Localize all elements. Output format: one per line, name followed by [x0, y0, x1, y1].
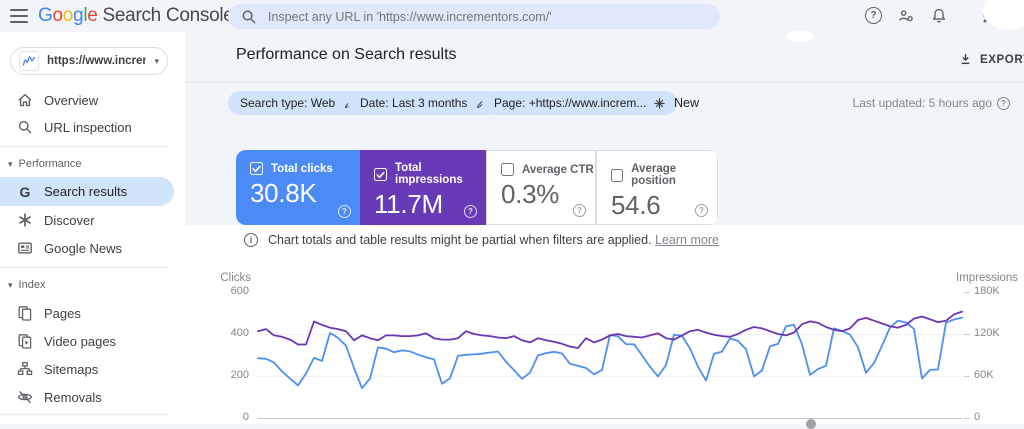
- checkbox-checked-icon[interactable]: [250, 162, 263, 175]
- export-button[interactable]: EXPORT: [958, 52, 1024, 67]
- metric-card-average-ctr[interactable]: Average CTR 0.3% ?: [486, 150, 596, 225]
- logo-letter: G: [38, 5, 53, 26]
- user-settings-icon[interactable]: [897, 7, 915, 25]
- logo-letter: o: [52, 5, 63, 26]
- avatar[interactable]: [983, 0, 1024, 30]
- top-app-bar: GoogleSearch Console ?: [0, 0, 1024, 32]
- artifact-blob: [786, 31, 814, 42]
- sidebar-item-search-results[interactable]: G Search results: [0, 177, 174, 206]
- notifications-bell-icon[interactable]: [930, 7, 948, 25]
- url-inspect-input[interactable]: [268, 9, 708, 24]
- chevron-down-icon: ▾: [8, 158, 13, 169]
- last-updated: Last updated: 5 hours ago ?: [853, 96, 1010, 110]
- learn-more-link[interactable]: Learn more: [655, 233, 719, 247]
- filter-chip-date[interactable]: Date: Last 3 months: [348, 91, 501, 115]
- download-icon: [961, 54, 970, 65]
- question-icon[interactable]: ?: [464, 205, 477, 218]
- logo-letter: o: [62, 5, 74, 26]
- filter-chip-page[interactable]: Page: +https://www.increm...: [482, 91, 678, 115]
- divider: [0, 267, 168, 268]
- news-icon: [18, 242, 32, 254]
- logo-letter: g: [73, 5, 84, 26]
- property-icon: [19, 51, 39, 71]
- eye-off-icon: [17, 390, 33, 404]
- logo-letter: e: [87, 5, 98, 26]
- home-icon: [18, 93, 32, 107]
- property-url: https://www.increm...: [47, 55, 146, 67]
- property-selector[interactable]: https://www.increm... ▾: [10, 47, 168, 75]
- sidebar-item-overview[interactable]: Overview: [0, 86, 174, 114]
- checkbox-checked-icon[interactable]: [374, 167, 387, 181]
- sitemaps-icon: [17, 361, 33, 376]
- banner-text: Chart totals and table results might be …: [268, 233, 652, 247]
- google-g-icon: G: [19, 183, 31, 200]
- metric-card-average-position[interactable]: Average position 54.6 ?: [596, 150, 718, 225]
- checkbox-unchecked-icon[interactable]: [611, 168, 624, 182]
- sidebar-item-url-inspection[interactable]: URL inspection: [0, 113, 174, 141]
- sparkle-icon: [19, 213, 31, 227]
- plus-icon: [654, 97, 665, 109]
- search-icon: [242, 10, 256, 23]
- section-performance[interactable]: ▾ Performance: [8, 158, 82, 170]
- question-icon[interactable]: ?: [997, 96, 1010, 110]
- url-inspect-searchbar[interactable]: [228, 4, 720, 29]
- partial-data-banner: i Chart totals and table results might b…: [244, 233, 719, 247]
- divider: [185, 82, 1024, 83]
- sidebar-item-pages[interactable]: Pages: [0, 299, 174, 327]
- divider: [0, 414, 168, 415]
- artifact-dot: [806, 419, 816, 429]
- divider: [0, 146, 168, 147]
- sidebar-item-google-news[interactable]: Google News: [0, 234, 174, 262]
- app-logo[interactable]: Google Search Console: [38, 5, 234, 27]
- section-index[interactable]: ▾ Index: [8, 279, 45, 291]
- chart-line-impressions[interactable]: [257, 310, 963, 349]
- metric-card-total-impressions[interactable]: Total impressions 11.7M ?: [360, 150, 486, 225]
- sidebar-item-video-pages[interactable]: Video pages: [0, 327, 174, 355]
- new-filter-button[interactable]: New: [652, 91, 699, 115]
- pages-icon: [18, 306, 32, 321]
- menu-icon[interactable]: [10, 9, 28, 23]
- chart-lines[interactable]: [185, 268, 1024, 424]
- metric-cards: Total clicks 30.8K ? Total impressions 1…: [236, 150, 718, 225]
- search-icon: [18, 120, 32, 134]
- question-icon[interactable]: ?: [695, 204, 708, 217]
- product-name: Search Console: [102, 5, 234, 26]
- sidebar-item-removals[interactable]: Removals: [0, 383, 174, 411]
- page-title: Performance on Search results: [236, 46, 457, 63]
- help-icon[interactable]: ?: [865, 7, 882, 24]
- video-pages-icon: [18, 334, 32, 349]
- sidebar-item-sitemaps[interactable]: Sitemaps: [0, 355, 174, 383]
- chevron-down-icon: ▾: [8, 279, 13, 290]
- info-icon: i: [244, 233, 258, 247]
- chevron-down-icon: ▾: [154, 55, 159, 66]
- checkbox-unchecked-icon[interactable]: [501, 163, 514, 176]
- question-icon[interactable]: ?: [573, 204, 586, 217]
- question-icon[interactable]: ?: [338, 205, 351, 218]
- chart-line-clicks[interactable]: [257, 316, 963, 390]
- performance-chart[interactable]: Clicks Impressions 600 400 200 0 180K 12…: [185, 268, 1024, 429]
- metric-card-total-clicks[interactable]: Total clicks 30.8K ?: [236, 150, 360, 225]
- sidebar: https://www.increm... ▾ Overview URL ins…: [0, 32, 185, 424]
- sidebar-item-discover[interactable]: Discover: [0, 206, 174, 234]
